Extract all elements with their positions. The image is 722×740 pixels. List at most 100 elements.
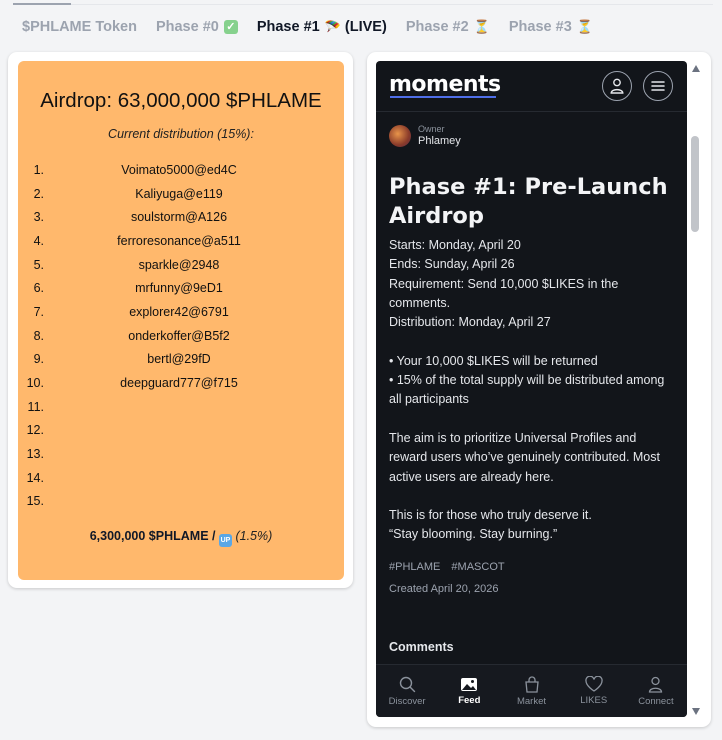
scroll-down-arrow[interactable]: [692, 708, 700, 715]
rank-number: 7.: [33, 304, 44, 319]
rank-number: 14.: [26, 470, 44, 485]
nav-label: Feed: [458, 694, 481, 706]
rank-number: 11.: [27, 399, 44, 414]
airdrop-title: Airdrop: 63,000,000 $PHLAME: [40, 89, 322, 112]
rank-number: 15.: [26, 494, 44, 509]
list-item: 7. explorer42@6791: [18, 300, 344, 324]
participant-name: onderkoffer@B5f2: [128, 328, 230, 343]
nav-label: LIKES: [580, 695, 608, 706]
nav-market[interactable]: Market: [500, 665, 562, 717]
rank-number: 10.: [26, 376, 44, 391]
bottom-nav: Discover Feed Market LIKES Connect: [376, 664, 687, 717]
scrollbar[interactable]: [689, 61, 703, 717]
participant-name: soulstorm@A126: [130, 210, 228, 225]
post-bullet: • Your 10,000 $LIKES will be returned: [389, 353, 598, 368]
tab-phlame-token[interactable]: $PHLAME Token: [22, 19, 137, 35]
post-quote: “Stay blooming. Stay burning.”: [389, 527, 558, 542]
tab-label: Phase #3: [508, 19, 572, 35]
list-item: 8. onderkoffer@B5f2: [18, 324, 344, 348]
list-item: 13.: [18, 442, 344, 466]
participant-name: mrfunny@9eD1: [135, 281, 223, 296]
distribution-list: 1. Voimato5000@ed4C 2. Kaliyuga@e119 3. souls…: [18, 158, 344, 513]
participant-name: Kaliyuga@e119: [135, 186, 223, 201]
profile-button[interactable]: [602, 71, 632, 101]
tab-label: Phase #0: [155, 19, 219, 35]
participant-name: Voimato5000@ed4C: [121, 162, 237, 177]
post-line-requirement: Requirement: Send 10,000 $LIKES in the c…: [389, 276, 619, 310]
owner-avatar: [389, 124, 411, 147]
search-icon: [399, 676, 415, 692]
list-item: 14.: [18, 466, 344, 490]
post-paragraph-aim: The aim is to prioritize Universal Profi…: [389, 430, 660, 484]
heart-icon: [585, 676, 603, 692]
nav-feed[interactable]: Feed: [438, 665, 500, 717]
tab-phase-1[interactable]: Phase #1 🪂 (LIVE): [257, 19, 387, 35]
list-item: 15.: [18, 490, 344, 514]
post-body: Starts: Monday, April 20 Ends: Sunday, A…: [389, 236, 674, 545]
menu-button[interactable]: [643, 71, 673, 101]
rank-number: 2.: [33, 186, 44, 201]
owner-label: Owner: [418, 124, 445, 134]
rank-number: 12.: [26, 423, 44, 438]
nav-label: Connect: [638, 695, 674, 707]
tag-link[interactable]: #PHLAME: [389, 561, 440, 573]
distribution-subtitle: Current distribution (15%):: [108, 127, 254, 141]
universal-profile-icon: UP: [218, 534, 232, 547]
list-item: 6. mrfunny@9eD1: [18, 276, 344, 300]
post-line-distribution: Distribution: Monday, April 27: [389, 315, 551, 330]
airdrop-footer: 6,300,000 $PHLAME / UP (1.5%): [18, 529, 344, 547]
rank-number: 5.: [33, 257, 44, 272]
tabs-divider: [13, 3, 713, 5]
post-line-ends: Ends: Sunday, April 26: [389, 257, 515, 272]
parachute-icon: 🪂: [324, 19, 341, 34]
list-item: 12.: [18, 419, 344, 443]
post-owner[interactable]: Owner Phlamey: [389, 124, 461, 147]
moments-header: moments: [376, 61, 687, 112]
hourglass-icon: ⏳: [576, 19, 593, 34]
check-icon: ✓: [223, 20, 238, 34]
footer-amount: 6,300,000 $PHLAME /: [89, 529, 216, 543]
tab-label: $PHLAME Token: [22, 19, 137, 35]
nav-connect[interactable]: Connect: [625, 665, 687, 717]
post-line-starts: Starts: Monday, April 20: [389, 238, 521, 252]
airdrop-card: Airdrop: 63,000,000 $PHLAME Current dist…: [8, 52, 353, 588]
scrollbar-thumb[interactable]: [691, 136, 699, 232]
nav-discover[interactable]: Discover: [376, 665, 438, 717]
image-icon: [461, 677, 478, 691]
owner-name: Phlamey: [418, 135, 461, 147]
phase-tabs: $PHLAME Token $PHLAME TokenPhase #0✓ Pha…: [22, 19, 612, 35]
nav-label: Market: [516, 695, 547, 707]
moments-logo[interactable]: moments: [389, 72, 501, 97]
nav-likes[interactable]: LIKES: [563, 665, 625, 717]
airdrop-panel: Airdrop: 63,000,000 $PHLAME Current dist…: [18, 61, 344, 580]
post-tags: #PHLAME #MASCOT: [389, 561, 513, 573]
list-item: 9. bertl@29fD: [18, 348, 344, 372]
list-item: 5. sparkle@2948: [18, 253, 344, 277]
nav-label: Discover: [388, 695, 426, 707]
scroll-up-arrow[interactable]: [692, 65, 700, 72]
list-item: 10. deepguard777@f715: [18, 371, 344, 395]
list-item: 11.: [18, 395, 344, 419]
user-icon: [649, 676, 663, 693]
footer-percent: (1.5%): [235, 529, 273, 543]
tab-phase-2[interactable]: Phase #2 ⏳: [406, 19, 490, 35]
hourglass-icon: ⏳: [473, 19, 490, 34]
logo-underline: [390, 96, 496, 98]
rank-number: 1.: [33, 162, 44, 177]
tab-phase-0[interactable]: $PHLAME TokenPhase #0✓: [156, 19, 238, 35]
list-item: 2. Kaliyuga@e119: [18, 182, 344, 206]
rank-number: 13.: [26, 447, 44, 462]
post-line-deserve: This is for those who truly deserve it.: [389, 508, 592, 523]
rank-number: 8.: [33, 328, 44, 343]
shopping-bag-icon: [524, 675, 539, 693]
rank-number: 6.: [33, 281, 44, 296]
post-title: Phase #1: Pre-Launch Airdrop: [389, 174, 668, 229]
post-bullet: • 15% of the total supply will be distri…: [389, 373, 665, 407]
rank-number: 3.: [33, 210, 44, 225]
tab-phase-3[interactable]: Phase #3 ⏳: [509, 19, 593, 35]
participant-name: explorer42@6791: [129, 304, 229, 319]
tag-link[interactable]: #MASCOT: [451, 561, 504, 573]
rank-number: 4.: [33, 233, 44, 248]
participant-name: bertl@29fD: [147, 352, 211, 367]
participant-name: deepguard777@f715: [120, 376, 238, 391]
